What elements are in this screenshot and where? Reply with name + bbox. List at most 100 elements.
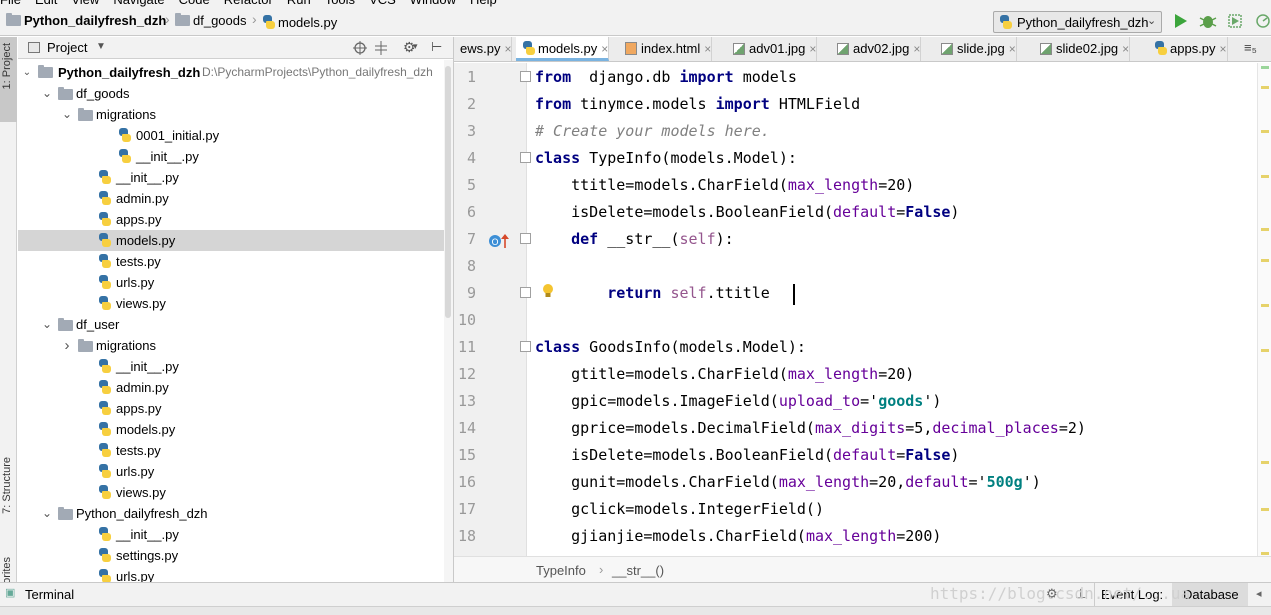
menu-code[interactable]: Code (179, 0, 210, 7)
tree-item[interactable]: 0001_initial.py (18, 125, 444, 146)
nav-folder[interactable]: df_goods (175, 13, 247, 28)
chevron-down-icon[interactable]: ⌄ (62, 104, 72, 125)
close-icon[interactable]: × (601, 42, 608, 56)
warning-marker[interactable] (1261, 552, 1269, 555)
fold-marker-icon[interactable] (520, 152, 531, 163)
warning-marker[interactable] (1261, 304, 1269, 307)
profile-icon[interactable] (1255, 13, 1271, 29)
close-icon[interactable]: × (1009, 42, 1016, 56)
database-tab[interactable]: Database (1183, 587, 1239, 602)
warning-marker[interactable] (1261, 508, 1269, 511)
chevron-down-icon[interactable]: ⌄ (42, 83, 52, 104)
fold-marker-icon[interactable] (520, 341, 531, 352)
warning-marker[interactable] (1261, 228, 1269, 231)
locate-icon[interactable] (353, 41, 367, 55)
editor-tab[interactable]: slide02.jpg × (1034, 37, 1131, 61)
menu-edit[interactable]: Edit (35, 0, 57, 7)
lightbulb-icon[interactable] (541, 283, 555, 299)
menu-window[interactable]: Window (410, 0, 456, 7)
tree-item[interactable]: tests.py (18, 251, 444, 272)
chevron-down-icon[interactable]: ⌄ (42, 503, 52, 524)
tree-item[interactable]: __init__.py (18, 146, 444, 167)
editor-tab[interactable]: models.py × (516, 37, 610, 61)
nav-project[interactable]: Python_dailyfresh_dzh (6, 13, 166, 28)
editor-tab[interactable]: adv02.jpg × (831, 37, 922, 61)
warning-marker[interactable] (1261, 349, 1269, 352)
tree-item[interactable]: views.py (18, 293, 444, 314)
tree-item[interactable]: views.py (18, 482, 444, 503)
close-icon[interactable]: × (809, 42, 816, 56)
fold-marker-icon[interactable] (520, 71, 531, 82)
warning-marker[interactable] (1261, 86, 1269, 89)
collapse-all-icon[interactable] (374, 41, 388, 55)
tree-item[interactable]: urls.py (18, 566, 444, 582)
coverage-icon[interactable] (1227, 13, 1243, 29)
menu-file[interactable]: File (0, 0, 21, 7)
tree-item[interactable]: ⌄ Python_dailyfresh_dzh (18, 503, 444, 524)
nav-file[interactable]: models.py (262, 13, 337, 30)
close-icon[interactable]: × (913, 42, 920, 56)
tree-item[interactable]: __init__.py (18, 167, 444, 188)
tab-overflow-icon[interactable]: ≡₅ (1244, 40, 1257, 55)
override-marker-icon[interactable]: O (488, 233, 512, 249)
chevron-down-icon[interactable]: ⌄ (22, 62, 32, 83)
close-icon[interactable]: × (1220, 42, 1227, 56)
tree-scrollbar-thumb[interactable] (445, 66, 451, 318)
debug-icon[interactable] (1199, 13, 1217, 29)
chevron-down-icon[interactable]: ▼ (96, 41, 106, 52)
tree-item[interactable]: __init__.py (18, 356, 444, 377)
menu-view[interactable]: View (71, 0, 99, 7)
tree-item[interactable]: urls.py (18, 461, 444, 482)
run-config-select[interactable]: Python_dailyfresh_dzh ⌄ (993, 11, 1162, 33)
tree-item[interactable]: admin.py (18, 188, 444, 209)
menu-navigate[interactable]: Navigate (113, 0, 164, 7)
warning-marker[interactable] (1261, 259, 1269, 262)
structure-tool-tab[interactable]: 7: Structure (1, 457, 13, 514)
chevron-down-icon[interactable]: ⌄ (42, 314, 52, 335)
close-icon[interactable]: × (504, 42, 511, 56)
tree-item[interactable]: ⌄ df_goods (18, 83, 444, 104)
chevron-right-icon[interactable]: › (62, 335, 72, 356)
code-editor[interactable]: from django.db import models from tinymce… (528, 63, 1257, 556)
menu-run[interactable]: Run (287, 0, 311, 7)
editor-scrollbar[interactable] (1257, 63, 1271, 556)
tree-item[interactable]: ⌄ df_user (18, 314, 444, 335)
menu-vcs[interactable]: VCS (369, 0, 396, 7)
tree-item[interactable]: urls.py (18, 272, 444, 293)
menu-tools[interactable]: Tools (325, 0, 355, 7)
breadcrumb-method[interactable]: __str__() (612, 563, 664, 578)
tree-item[interactable]: apps.py (18, 398, 444, 419)
tree-item[interactable]: settings.py (18, 545, 444, 566)
close-icon[interactable]: × (1122, 42, 1129, 56)
editor-tab[interactable]: slide.jpg × (935, 37, 1017, 61)
fold-marker-icon[interactable] (520, 233, 531, 244)
editor-tab[interactable]: adv01.jpg × (727, 37, 818, 61)
tree-item[interactable]: __init__.py (18, 524, 444, 545)
editor-tab[interactable]: index.html × (619, 37, 713, 61)
terminal-tab[interactable]: Terminal (25, 587, 74, 602)
tree-scrollbar[interactable] (444, 60, 453, 582)
tree-item[interactable]: apps.py (18, 209, 444, 230)
tree-item[interactable]: ⌄ migrations (18, 104, 444, 125)
menu-refactor[interactable]: Refactor (224, 0, 273, 7)
warning-marker[interactable] (1261, 175, 1269, 178)
warning-marker[interactable] (1261, 130, 1269, 133)
chevron-left-icon[interactable]: ◂ (1256, 587, 1262, 600)
warning-marker[interactable] (1261, 461, 1269, 464)
chevron-down-icon[interactable]: ▾ (413, 41, 418, 52)
project-view-select[interactable]: Project (47, 40, 87, 55)
tree-item[interactable]: models.py (18, 419, 444, 440)
tree-root[interactable]: ⌄ Python_dailyfresh_dzh D:\PycharmProjec… (18, 62, 444, 83)
run-icon[interactable] (1174, 13, 1188, 29)
menu-help[interactable]: Help (470, 0, 497, 7)
editor-tab[interactable]: ews.py × (454, 37, 513, 61)
breadcrumb-class[interactable]: TypeInfo (536, 563, 586, 578)
tree-item[interactable]: models.py (18, 230, 444, 251)
close-icon[interactable]: × (704, 42, 711, 56)
fold-marker-icon[interactable] (520, 287, 531, 298)
editor-tab[interactable]: apps.py × (1148, 37, 1228, 61)
tree-item[interactable]: admin.py (18, 377, 444, 398)
project-tool-tab[interactable]: 1: Project (1, 43, 13, 89)
tree-item[interactable]: › migrations (18, 335, 444, 356)
hide-panel-icon[interactable]: ⊢ (431, 39, 442, 55)
